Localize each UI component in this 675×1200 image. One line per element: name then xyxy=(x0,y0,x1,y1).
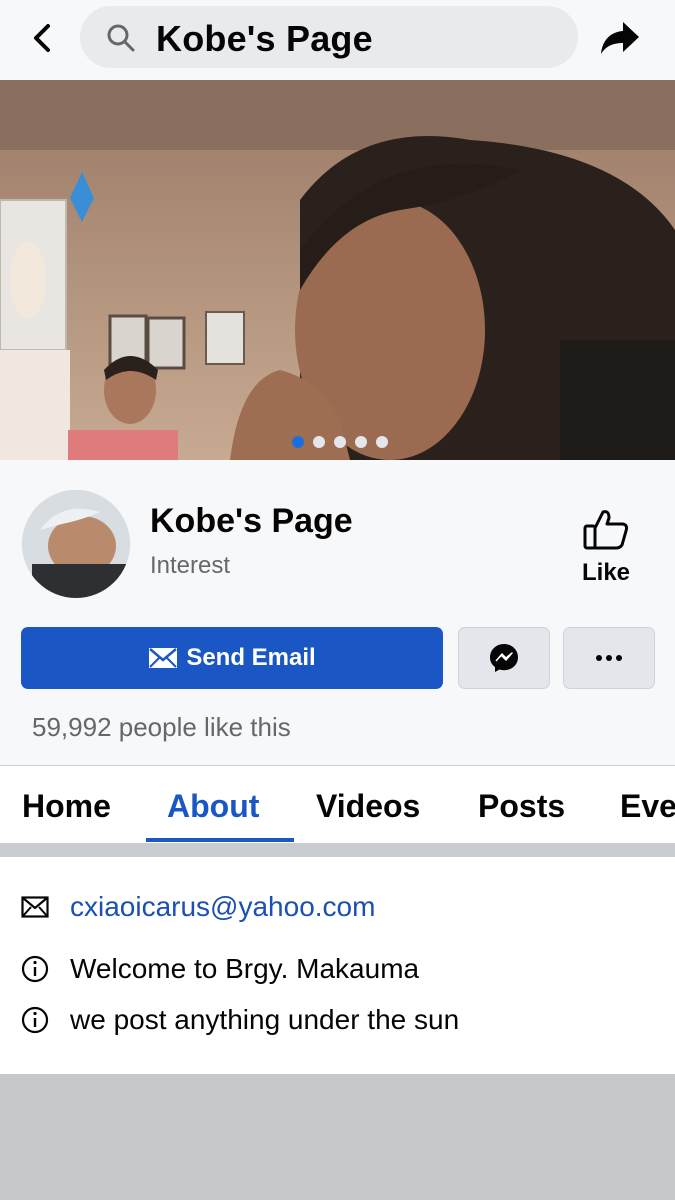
messenger-button[interactable] xyxy=(458,627,550,689)
tab-posts[interactable]: Posts xyxy=(478,788,565,825)
active-tab-indicator xyxy=(146,838,294,842)
tab-home[interactable]: Home xyxy=(22,788,111,825)
bottom-area xyxy=(0,1074,675,1200)
page-name: Kobe's Page xyxy=(150,502,353,540)
messenger-icon xyxy=(490,644,518,672)
carousel-indicator xyxy=(292,436,388,448)
info-row: Welcome to Brgy. Makauma xyxy=(20,953,419,985)
info-text: Welcome to Brgy. Makauma xyxy=(70,953,420,984)
carousel-dot[interactable] xyxy=(313,436,325,448)
like-label: Like xyxy=(581,559,631,586)
send-email-label: Send Email xyxy=(186,644,316,671)
share-button[interactable] xyxy=(596,14,644,62)
chevron-left-icon xyxy=(34,24,50,52)
back-button[interactable] xyxy=(22,16,62,60)
email-link[interactable]: cxiaoicarus@yahoo.com xyxy=(70,891,375,923)
section-divider xyxy=(0,843,675,857)
profile-section: Kobe's Page Interest Like Send Email 59,… xyxy=(0,460,675,765)
tab-videos[interactable]: Videos xyxy=(316,788,420,825)
cover-photo[interactable] xyxy=(0,80,675,460)
search-title: Kobe's Page xyxy=(156,18,373,59)
cover-image xyxy=(0,80,675,460)
envelope-icon xyxy=(20,892,50,922)
info-icon xyxy=(20,1005,50,1035)
share-arrow-icon xyxy=(601,22,639,54)
more-dots-icon xyxy=(596,655,622,661)
search-bar[interactable]: Kobe's Page xyxy=(80,6,578,68)
tab-bar: Home About Videos Posts Eve xyxy=(0,765,675,844)
email-row: cxiaoicarus@yahoo.com xyxy=(20,891,375,923)
like-button[interactable]: Like xyxy=(570,508,642,587)
thumbs-up-icon xyxy=(583,510,629,550)
tab-events[interactable]: Eve xyxy=(620,788,675,825)
carousel-dot[interactable] xyxy=(292,436,304,448)
info-text: we post anything under the sun xyxy=(70,1004,460,1035)
avatar-image xyxy=(22,490,130,598)
send-email-button[interactable]: Send Email xyxy=(21,627,443,689)
top-bar: Kobe's Page xyxy=(0,0,675,80)
likes-count: 59,992 people like this xyxy=(32,712,291,742)
carousel-dot[interactable] xyxy=(355,436,367,448)
search-icon xyxy=(107,24,135,52)
more-button[interactable] xyxy=(563,627,655,689)
info-icon xyxy=(20,954,50,984)
avatar[interactable] xyxy=(22,490,130,598)
carousel-dot[interactable] xyxy=(334,436,346,448)
envelope-icon xyxy=(149,648,178,668)
carousel-dot[interactable] xyxy=(376,436,388,448)
info-row: we post anything under the sun xyxy=(20,1004,459,1036)
page-category: Interest xyxy=(150,552,231,579)
about-card: cxiaoicarus@yahoo.com Welcome to Brgy. M… xyxy=(0,857,675,1074)
tab-about[interactable]: About xyxy=(167,788,259,825)
